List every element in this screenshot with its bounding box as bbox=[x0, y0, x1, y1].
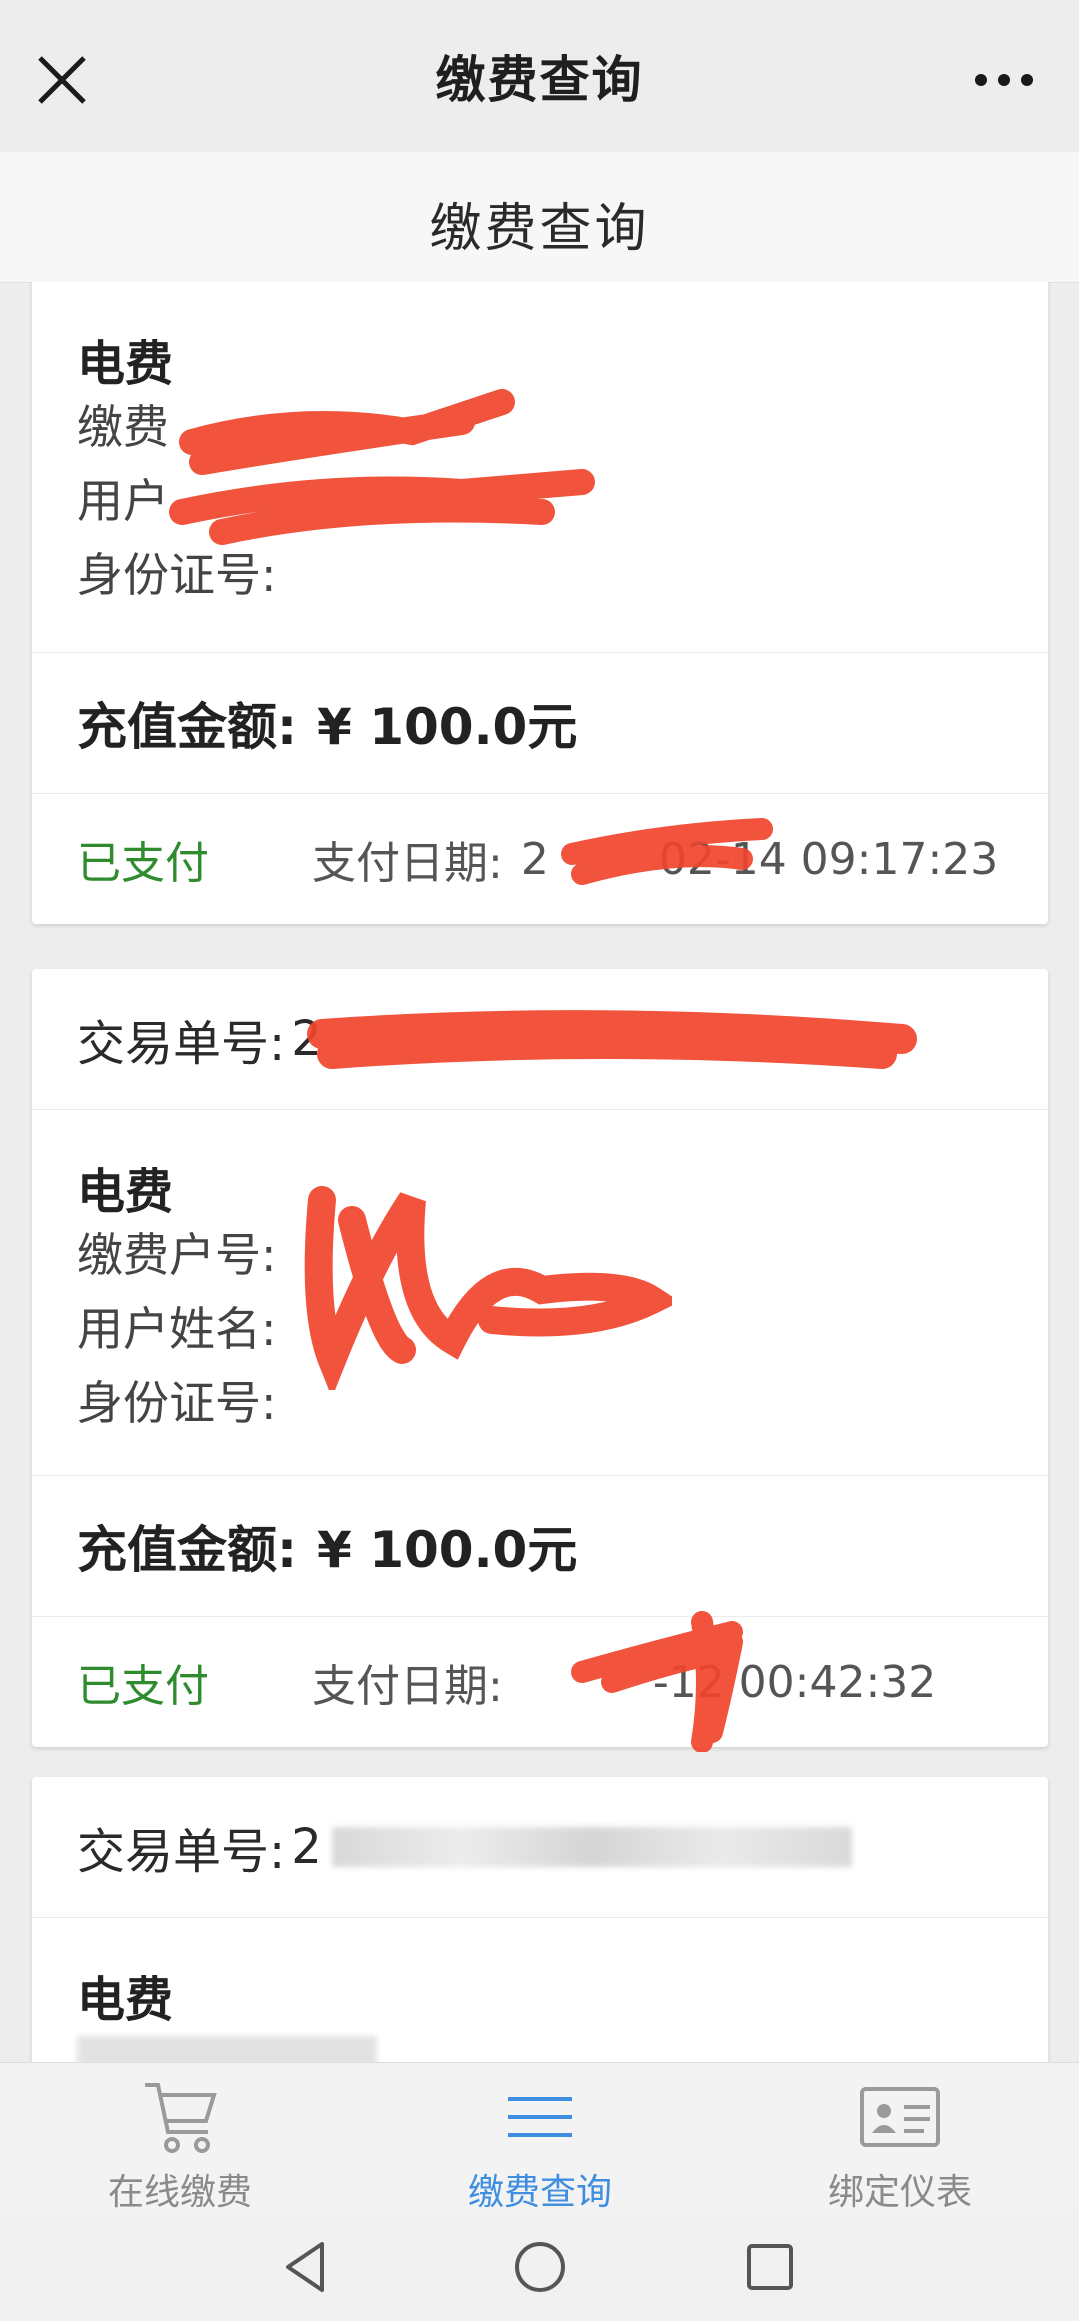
home-icon[interactable] bbox=[505, 2232, 575, 2302]
transaction-number: 交易单号: 2 bbox=[32, 1777, 1048, 1917]
pay-date-label: 支付日期: bbox=[312, 1661, 503, 1712]
record-info: 电费 缴费户号: 用户姓名: 身份证号: bbox=[32, 1109, 1048, 1475]
status-row: 已支付 支付日期: -12 00:42:32 bbox=[32, 1611, 1048, 1752]
record-info: 电费 缴费 用户 身份证号: bbox=[32, 282, 1048, 652]
tab-bar: 在线缴费 缴费查询 绑定仪表 bbox=[0, 2062, 1079, 2213]
amount-value: ¥ 100.0元 bbox=[317, 1521, 578, 1579]
tab-online-payment[interactable]: 在线缴费 bbox=[30, 2063, 330, 2213]
transaction-number: 交易单号: 2 bbox=[32, 969, 1048, 1109]
page-title: 缴费查询 bbox=[435, 51, 644, 109]
record-card: 电费 缴费 用户 身份证号: 充值金额: ¥ 100.0元 已支付 支付日期: … bbox=[32, 282, 1048, 924]
tab-label: 缴费查询 bbox=[467, 2172, 612, 2213]
system-nav-bar bbox=[0, 2210, 1079, 2321]
record-type: 电费 bbox=[77, 1164, 174, 1220]
more-icon[interactable] bbox=[969, 60, 1039, 100]
tab-label: 在线缴费 bbox=[107, 2172, 252, 2213]
sub-header-title: 缴费查询 bbox=[429, 199, 650, 259]
txn-label: 交易单号: bbox=[77, 1016, 286, 1072]
pay-date-prefix: 2 bbox=[520, 833, 549, 885]
txn-value: 2 bbox=[291, 1011, 322, 1067]
blurred-value bbox=[77, 2036, 377, 2062]
back-icon[interactable] bbox=[270, 2232, 340, 2302]
record-card: 交易单号: 2 电费 缴费户号: 用户姓名: 身份证号: 充值金额: ¥ 100… bbox=[32, 969, 1048, 1752]
tab-label: 绑定仪表 bbox=[827, 2172, 972, 2213]
amount-row: 充值金额: ¥ 100.0元 bbox=[32, 652, 1048, 793]
record-card: 交易单号: 2 电费 bbox=[32, 1777, 1048, 2062]
record-type: 电费 bbox=[77, 1972, 174, 2028]
pay-date: 02-14 09:17:23 bbox=[658, 833, 999, 885]
sub-header: 缴费查询 bbox=[0, 152, 1079, 283]
id-number: 身份证号: bbox=[77, 1376, 277, 1430]
record-type: 电费 bbox=[77, 336, 174, 392]
cart-icon bbox=[145, 2083, 217, 2153]
txn-value: 2 bbox=[291, 1819, 322, 1875]
paid-status: 已支付 bbox=[77, 1661, 209, 1712]
id-card-icon bbox=[860, 2087, 940, 2147]
title-bar: 缴费查询 bbox=[0, 0, 1079, 152]
record-info: 电费 bbox=[32, 1917, 1048, 2062]
records-list[interactable]: 电费 缴费 用户 身份证号: 充值金额: ¥ 100.0元 已支付 支付日期: … bbox=[0, 282, 1079, 2062]
account-number: 缴费 bbox=[77, 400, 169, 454]
user-name: 用户姓名: bbox=[77, 1302, 277, 1356]
tab-payment-query[interactable]: 缴费查询 bbox=[390, 2063, 690, 2213]
list-icon bbox=[508, 2097, 572, 2137]
amount-row: 充值金额: ¥ 100.0元 bbox=[32, 1475, 1048, 1616]
status-row: 已支付 支付日期: 2 02-14 09:17:23 bbox=[32, 793, 1048, 924]
amount-value: ¥ 100.0元 bbox=[317, 698, 578, 756]
id-number: 身份证号: bbox=[77, 548, 277, 602]
amount-label: 充值金额: bbox=[77, 698, 297, 756]
txn-label: 交易单号: bbox=[77, 1824, 286, 1880]
redaction-mark bbox=[307, 1010, 917, 1069]
pay-date: -12 00:42:32 bbox=[652, 1656, 937, 1708]
blurred-value bbox=[331, 1827, 852, 1867]
account-number: 缴费户号: bbox=[77, 1228, 277, 1282]
pay-date-label: 支付日期: bbox=[312, 838, 503, 889]
paid-status: 已支付 bbox=[77, 838, 209, 889]
user-name: 用户 bbox=[77, 474, 169, 528]
amount-label: 充值金额: bbox=[77, 1521, 297, 1579]
tab-bind-meter[interactable]: 绑定仪表 bbox=[750, 2063, 1050, 2213]
recents-icon[interactable] bbox=[735, 2232, 805, 2302]
